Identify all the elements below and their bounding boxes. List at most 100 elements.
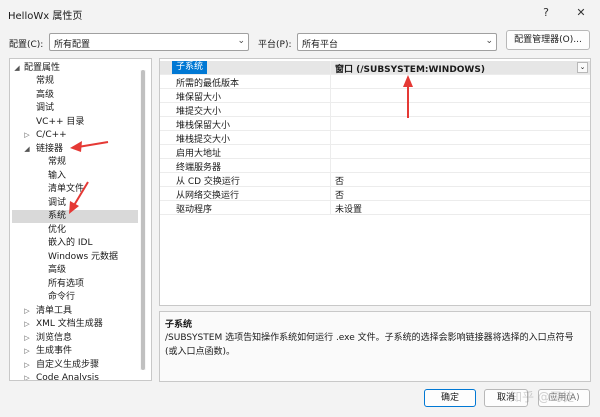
tree-item-label: 清单工具 (36, 306, 73, 316)
column-divider (330, 145, 331, 159)
property-value[interactable]: 否 (335, 174, 344, 187)
property-name: 所需的最低版本 (176, 79, 240, 89)
chevron-down-icon: ⌄ (485, 36, 493, 46)
help-icon[interactable]: ? (535, 4, 557, 22)
tree-item-linker-manifest[interactable]: 清单文件 (12, 183, 148, 196)
property-row-heap-reserve[interactable]: 堆保留大小 (160, 89, 590, 103)
ok-button[interactable]: 确定 (424, 389, 476, 407)
property-value[interactable]: 否 (335, 188, 344, 201)
column-divider (330, 173, 331, 187)
window-title: HelloWx 属性页 (8, 11, 83, 22)
column-divider (330, 187, 331, 201)
tree-item-label: 输入 (48, 171, 67, 181)
title-bar: HelloWx 属性页 ? ✕ (0, 0, 600, 26)
collapsed-icon[interactable]: ▷ (22, 345, 32, 358)
property-name: 堆提交大小 (176, 107, 222, 117)
tree-item-manifest-tool[interactable]: ▷ 清单工具 (12, 305, 148, 318)
property-name: 堆保留大小 (176, 93, 222, 103)
tree-item-linker-embedded-idl[interactable]: 嵌入的 IDL (12, 237, 148, 250)
property-row-swap-run-from-cd[interactable]: 从 CD 交换运行 否 (160, 173, 590, 187)
collapsed-icon[interactable]: ▷ (22, 372, 32, 380)
tree-item-linker-optimization[interactable]: 优化 (12, 224, 148, 237)
tree-item-general[interactable]: 常规 (12, 75, 148, 88)
property-row-subsystem[interactable]: 子系统 窗口 (/SUBSYSTEM:WINDOWS) ⌄ (160, 61, 590, 75)
platform-select[interactable]: 所有平台 ⌄ (297, 33, 497, 51)
column-divider (330, 159, 331, 173)
tree-item-linker-system[interactable]: 系统 (12, 210, 138, 223)
property-row-min-version[interactable]: 所需的最低版本 (160, 75, 590, 89)
column-divider (330, 75, 331, 89)
tree-item-linker[interactable]: ◢ 链接器 (12, 143, 148, 156)
column-divider (330, 103, 331, 117)
property-name: 启用大地址 (176, 149, 222, 159)
chevron-down-icon[interactable]: ⌄ (577, 62, 588, 73)
description-text: /SUBSYSTEM 选项告知操作系统如何运行 .exe 文件。子系统的选择会影… (165, 333, 574, 357)
tree-item-linker-input[interactable]: 输入 (12, 170, 148, 183)
tree-item-browse-info[interactable]: ▷ 浏览信息 (12, 332, 148, 345)
collapsed-icon[interactable]: ▷ (22, 359, 32, 372)
property-row-driver[interactable]: 驱动程序 未设置 (160, 201, 590, 215)
tree-scrollbar-thumb[interactable] (141, 70, 145, 370)
property-row-stack-commit[interactable]: 堆栈提交大小 (160, 131, 590, 145)
property-tree[interactable]: ◢ 配置属性 常规 高级 调试 VC++ 目录 ▷ C/C++ ◢ 链接器 常规… (9, 58, 152, 381)
configuration-manager-button[interactable]: 配置管理器(O)... (506, 30, 590, 50)
property-name: 堆栈保留大小 (176, 121, 231, 131)
tree-item-label: 调试 (48, 198, 67, 208)
tree-item-code-analysis[interactable]: ▷ Code Analysis (12, 372, 148, 381)
tree-item-linker-all-options[interactable]: 所有选项 (12, 278, 148, 291)
property-row-terminal-server[interactable]: 终端服务器 (160, 159, 590, 173)
tree-item-label: 调试 (36, 103, 55, 113)
tree-item-vc-directories[interactable]: VC++ 目录 (12, 116, 148, 129)
tree-item-label: 清单文件 (48, 184, 85, 194)
property-name: 子系统 (172, 61, 208, 74)
property-value[interactable]: 未设置 (335, 202, 362, 215)
property-row-large-address[interactable]: 启用大地址 (160, 145, 590, 159)
tree-item-label: 所有选项 (48, 279, 85, 289)
platform-label: 平台(P): (258, 40, 292, 50)
collapsed-icon[interactable]: ▷ (22, 318, 32, 331)
property-row-swap-run-from-net[interactable]: 从网络交换运行 否 (160, 187, 590, 201)
tree-item-linker-windows-metadata[interactable]: Windows 元数据 (12, 251, 148, 264)
tree-item-label: 生成事件 (36, 346, 73, 356)
tree-item-linker-debugging[interactable]: 调试 (12, 197, 148, 210)
tree-item-linker-command-line[interactable]: 命令行 (12, 291, 148, 304)
tree-item-debugging[interactable]: 调试 (12, 102, 148, 115)
tree-item-xml-doc-generator[interactable]: ▷ XML 文档生成器 (12, 318, 148, 331)
column-divider (330, 89, 331, 103)
tree-item-label: 常规 (36, 76, 55, 86)
tree-item-label: 嵌入的 IDL (48, 238, 93, 248)
tree-item-label: 高级 (48, 265, 67, 275)
tree-item-label: 命令行 (48, 292, 76, 302)
collapsed-icon[interactable]: ▷ (22, 332, 32, 345)
tree-item-label: C/C++ (36, 130, 67, 140)
tree-item-cpp[interactable]: ▷ C/C++ (12, 129, 148, 142)
tree-scrollbar[interactable] (140, 70, 146, 370)
property-grid[interactable]: 子系统 窗口 (/SUBSYSTEM:WINDOWS) ⌄ 所需的最低版本 堆保… (159, 58, 591, 306)
config-select-value: 所有配置 (54, 40, 91, 50)
tree-item-label: Windows 元数据 (48, 252, 119, 262)
tree-item-build-events[interactable]: ▷ 生成事件 (12, 345, 148, 358)
property-row-stack-reserve[interactable]: 堆栈保留大小 (160, 117, 590, 131)
expanded-icon[interactable]: ◢ (22, 143, 32, 156)
close-icon[interactable]: ✕ (570, 4, 592, 22)
tree-item-label: 常规 (48, 157, 67, 167)
tree-item-label: VC++ 目录 (36, 117, 85, 127)
platform-select-value: 所有平台 (302, 40, 339, 50)
tree-item-advanced[interactable]: 高级 (12, 89, 148, 102)
config-select[interactable]: 所有配置 ⌄ (49, 33, 249, 51)
tree-item-label: 系统 (48, 211, 67, 221)
chevron-down-icon: ⌄ (237, 36, 245, 46)
collapsed-icon[interactable]: ▷ (22, 129, 32, 142)
property-row-heap-commit[interactable]: 堆提交大小 (160, 103, 590, 117)
collapsed-icon[interactable]: ▷ (22, 305, 32, 318)
tree-item-label: 自定义生成步骤 (36, 360, 100, 370)
tree-item-linker-advanced[interactable]: 高级 (12, 264, 148, 277)
tree-item-label: Code Analysis (36, 373, 99, 381)
description-title: 子系统 (165, 320, 193, 330)
tree-item-custom-build-step[interactable]: ▷ 自定义生成步骤 (12, 359, 148, 372)
tree-item-config-properties[interactable]: ◢ 配置属性 (12, 62, 148, 75)
property-value[interactable]: 窗口 (/SUBSYSTEM:WINDOWS) (335, 62, 485, 75)
expanded-icon[interactable]: ◢ (12, 62, 22, 75)
tree-item-label: 优化 (48, 225, 67, 235)
tree-item-linker-general[interactable]: 常规 (12, 156, 148, 169)
